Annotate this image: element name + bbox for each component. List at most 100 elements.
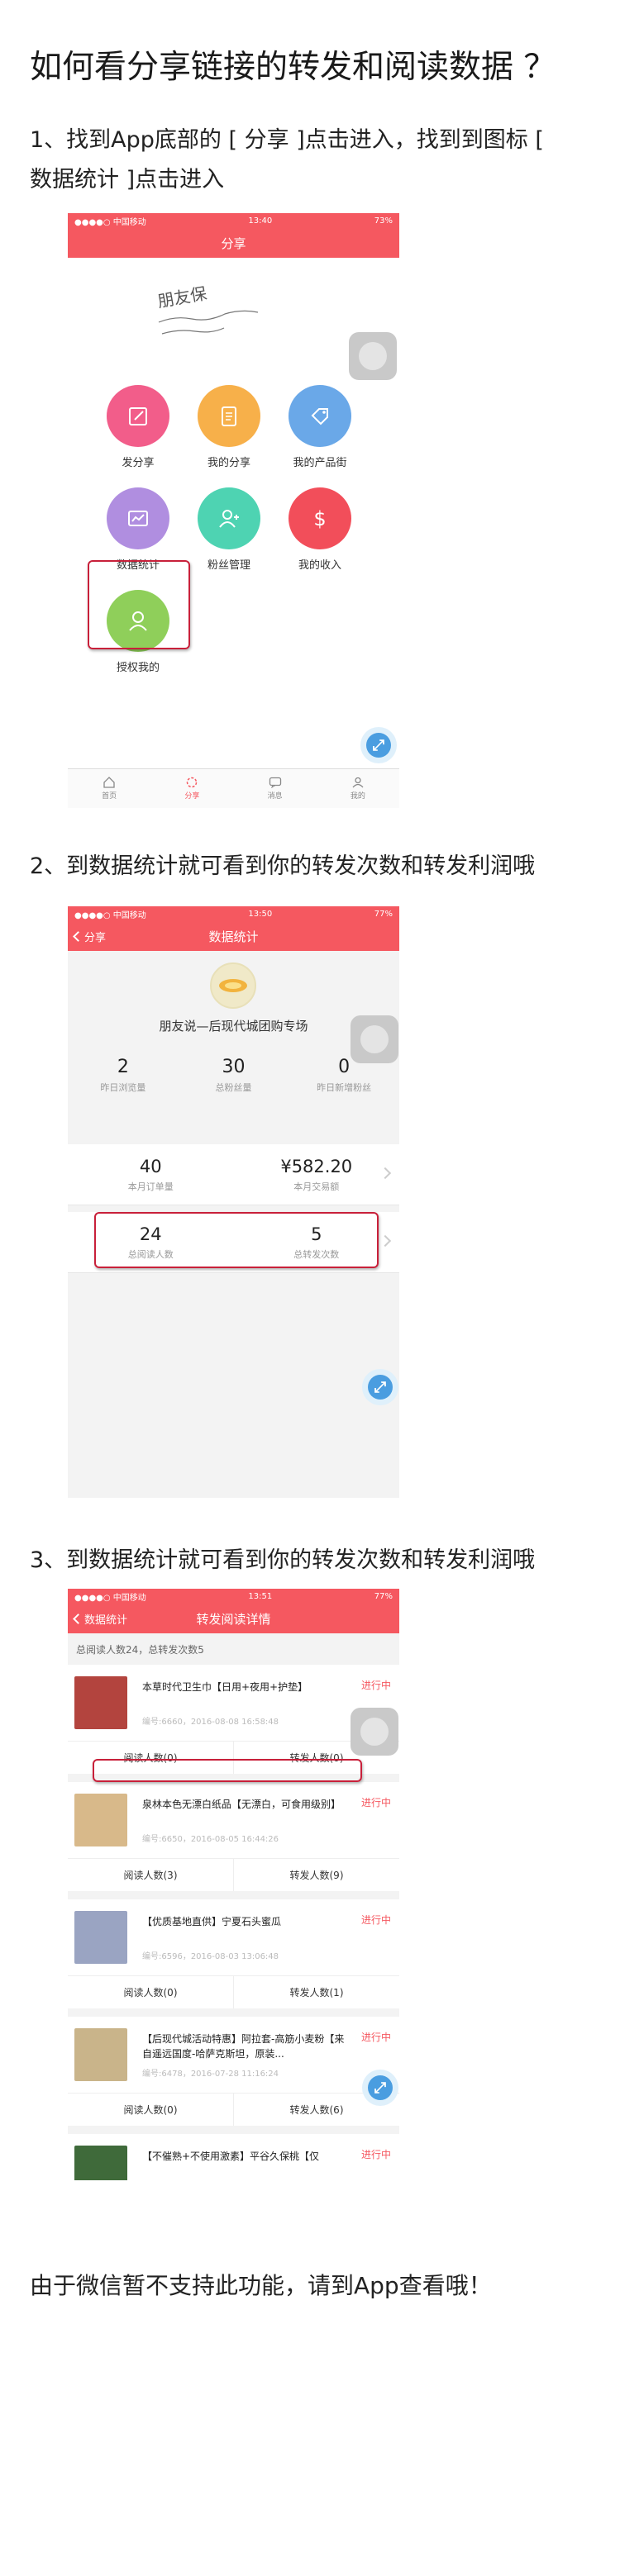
article-thumbnail [74,1676,127,1729]
shop-avatar [210,962,256,1009]
article-title: 【不催熟+不使用激素】平谷久保桃【仅 [142,2151,320,2162]
grid-item-edit[interactable]: 发分享 [93,377,184,469]
article-item[interactable]: 泉林本色无漂白纸品【无漂白，可食用级别】 编号:6650，2016-08-05 1… [68,1782,399,1891]
summary-bar: 总阅读人数24，总转发次数5 [68,1633,399,1665]
floating-assistive-button[interactable] [351,1015,398,1063]
article-meta: 编号:6478，2016-07-28 11:16:24 [142,2070,279,2079]
svg-text:$: $ [313,507,326,530]
grid-item-label: 粉丝管理 [207,559,250,572]
chevron-left-icon [73,930,83,942]
stat-orders: 40 本月订单量 [127,1156,174,1192]
floating-assistive-button[interactable] [349,332,397,380]
screenshot-data-stats-page: ●●●●○ 中国移动 13:50 77% 分享 数据统计 朋友说—后现代城团购专… [68,906,399,1498]
highlight-box-data-stats [88,560,190,649]
step-1-text: 1、找到App底部的 [ 分享 ]点击进入，找到到图标 [ 数据统计 ]点击进入 [30,127,544,192]
home-icon [103,777,115,788]
user-icon [352,777,364,788]
share-tab-icon [187,777,198,788]
floating-share-button[interactable]: ⤢ [360,727,397,763]
footer-text: 由于微信暂不支持此功能，请到App查看哦！ [30,2272,492,2299]
article-meta: 编号:6650，2016-08-05 16:44:26 [142,1835,279,1844]
back-label: 数据统计 [84,1614,128,1627]
grid-item-label: 我的产品街 [293,457,347,469]
time-text: 13:40 [248,216,273,226]
article-thumbnail [74,2028,127,2081]
shop-logo-icon [219,979,247,992]
forward-count[interactable]: 转发人数(9) [234,1859,399,1891]
status-bar: ●●●●○ 中国移动 13:50 77% [68,906,399,921]
article-status: 进行中 [360,2149,391,2160]
grid-item-chart[interactable]: 数据统计 [93,479,184,572]
share-icon: ⤢ [368,1375,393,1400]
empty-area [68,1273,399,1498]
screenshot-share-page: ●●●●○ 中国移动 13:40 73% 分享 朋友保 发分享 我的分享 我的产品街… [68,213,399,808]
back-button[interactable]: 分享 [73,929,106,944]
article-list: 本草时代卫生巾【日用+夜用+护垫】 编号:6660，2016-08-08 16:5… [68,1665,399,2180]
dollar-icon: $ [289,487,351,549]
nav-title: 分享 [221,235,246,251]
article-stats: 阅读人数(3) 转发人数(9) [68,1858,399,1891]
article-thumbnail [74,1794,127,1846]
carrier-text: ●●●●○ 中国移动 [74,1593,146,1603]
article-status: 进行中 [360,1797,391,1808]
battery-text: 77% [374,1591,393,1601]
time-text: 13:50 [248,909,273,919]
article-item[interactable]: 【后现代城活动特惠】阿拉套-高筋小麦粉【来自遥远国度-哈萨克斯坦，原装... 编号… [68,2017,399,2126]
tab-share-label: 分享 [184,792,200,801]
article-title: 本草时代卫生巾【日用+夜用+护垫】 [142,1681,308,1693]
stats-header: 朋友说—后现代城团购专场 2 昨日浏览量 30 总粉丝量 0 昨日新增粉丝 [68,951,399,1144]
article-item[interactable]: 本草时代卫生巾【日用+夜用+护垫】 编号:6660，2016-08-08 16:5… [68,1665,399,1774]
nav-title: 转发阅读详情 [196,1611,271,1627]
floating-share-button[interactable]: ⤢ [362,1369,398,1405]
article-title: 【优质基地直供】宁夏石头蜜瓜 [142,1916,282,1927]
read-count[interactable]: 阅读人数(0) [68,2094,234,2126]
grid-item-document[interactable]: 我的分享 [184,377,274,469]
stat-fans: 30 总粉丝量 [215,1057,252,1093]
article-status: 进行中 [360,1914,391,1926]
tag-icon [289,385,351,447]
document-icon [198,385,260,447]
tab-home[interactable]: 首页 [68,769,150,808]
article-item[interactable]: 【优质基地直供】宁夏石头蜜瓜 编号:6596，2016-08-03 13:06:4… [68,1899,399,2008]
stat-views: 2 昨日浏览量 [100,1057,146,1093]
article-stats: 阅读人数(0) 转发人数(1) [68,1975,399,2008]
floating-share-button[interactable]: ⤢ [362,2070,398,2106]
time-text: 13:51 [248,1591,273,1601]
nav-title: 数据统计 [208,929,259,944]
tab-message[interactable]: 消息 [234,769,317,808]
article-meta: 编号:6660，2016-08-08 16:58:48 [142,1718,279,1727]
article-title: 泉林本色无漂白纸品【无漂白，可食用级别】 [142,1799,341,1810]
share-icon: ⤢ [366,733,391,758]
share-icon: ⤢ [368,2075,393,2100]
nav-bar: 数据统计 转发阅读详情 [68,1604,399,1633]
grid-item-label: 授权我的 [116,662,160,674]
edit-icon [107,385,169,447]
grid-item-tag[interactable]: 我的产品街 [274,377,365,469]
signature-image: 朋友保 [156,283,259,335]
status-bar: ●●●●○ 中国移动 13:51 77% [68,1589,399,1604]
step-2-text: 2、到数据统计就可看到你的转发次数和转发利润哦 [30,853,536,879]
message-icon [269,777,281,788]
forward-count[interactable]: 转发人数(1) [234,1976,399,2008]
article-item[interactable]: 【不催熟+不使用激素】平谷久保桃【仅 进行中 [68,2134,399,2180]
tab-mine[interactable]: 我的 [317,769,399,808]
floating-assistive-button[interactable] [351,1708,398,1756]
monthly-row[interactable]: 40 本月订单量 ¥582.20 本月交易额 [68,1144,399,1205]
nav-bar: 分享 数据统计 [68,921,399,951]
fans-icon [198,487,260,549]
highlight-box-first-article [93,1759,362,1782]
stats-row: 2 昨日浏览量 30 总粉丝量 0 昨日新增粉丝 [68,1057,399,1094]
grid-item-fans[interactable]: 粉丝管理 [184,479,274,572]
grid-item-label: 发分享 [122,457,155,469]
read-count[interactable]: 阅读人数(0) [68,1976,234,2008]
article-thumbnail [74,2146,127,2180]
read-count[interactable]: 阅读人数(3) [68,1859,234,1891]
screenshot-forward-detail-page: ●●●●○ 中国移动 13:51 77% 数据统计 转发阅读详情 总阅读人数24… [68,1589,399,2180]
stat-sales: ¥582.20 本月交易额 [280,1156,353,1192]
carrier-text: ●●●●○ 中国移动 [74,910,146,920]
grid-item-dollar[interactable]: $ 我的收入 [274,479,365,572]
back-button[interactable]: 数据统计 [73,1611,128,1627]
tab-share[interactable]: 分享 [150,769,233,808]
article-meta: 编号:6596，2016-08-03 13:06:48 [142,1952,279,1961]
grid-item-label: 我的分享 [207,457,250,469]
